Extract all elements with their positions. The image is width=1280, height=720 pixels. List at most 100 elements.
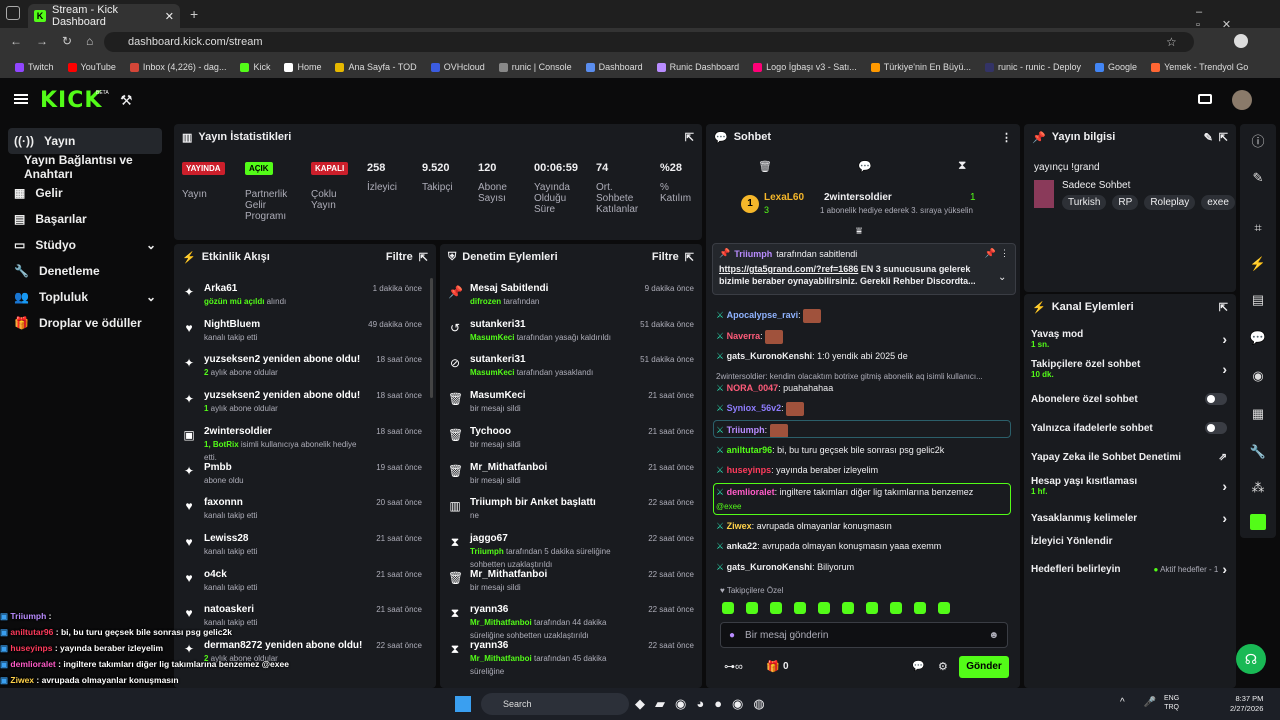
mic-icon[interactable]: ● (729, 630, 735, 641)
chat-input[interactable]: ● Bir mesaj gönderin ☻ (720, 622, 1008, 648)
timer-icon[interactable]: ⧗ (958, 158, 966, 173)
windows-start-icon[interactable] (455, 696, 471, 712)
list-item[interactable]: ⊘ sutankeri31 MasumKeci tarafından yasakla… (440, 347, 702, 383)
list-item[interactable]: ⧗ ryann36 Mr_Mithatfanboi tarafından 44 da… (440, 597, 702, 640)
bookmark-item[interactable]: Yemek - Trendyol Go (1144, 62, 1255, 72)
pinned-by[interactable]: Triiumph (734, 249, 772, 259)
chat-message[interactable]: ⚔ aniltutar96: bi, bu turu geçsek bile s… (716, 442, 944, 458)
subs-chat-row[interactable]: Abonelere özel sohbet (1031, 393, 1227, 405)
chat-message[interactable]: ⚔ NORA_0047: puahahahaa (716, 380, 833, 396)
avatar[interactable] (1232, 90, 1252, 110)
gifter-1-name[interactable]: LexaL60 (764, 192, 804, 203)
chat-message[interactable]: ⚔ Ziwex: avrupada olmayanlar konuşmasın (716, 518, 892, 534)
list-item[interactable]: ✦ Arka61 gözün mü açıldı alındı 1 dakika ön… (174, 276, 430, 312)
edit-icon[interactable]: ✎ (1204, 131, 1213, 144)
chat-username[interactable]: Naverra (727, 331, 761, 341)
item-highlight[interactable]: Triiumph (470, 547, 504, 556)
chat-message[interactable]: ⚔ anka22: avrupada olmayan konuşmasın ya… (716, 538, 941, 554)
moderation-filter-button[interactable]: Filtre (652, 251, 679, 263)
chat-username[interactable]: NORA_0047 (727, 383, 779, 393)
list-item[interactable]: 🗑 Tychooo bir mesajı sildi 21 saat önce (440, 419, 702, 455)
chat-message[interactable]: ⚔ Syniox_56v2: (716, 400, 805, 416)
list-item[interactable]: ♥ faxonnn kanalı takip etti 20 saat önce (174, 490, 430, 526)
item-highlight[interactable]: difrozen (470, 297, 501, 306)
profile-icon[interactable] (1234, 34, 1248, 48)
trash-icon[interactable]: 🗑 (758, 160, 772, 173)
tray-icons[interactable]: ^ 🎤 (1120, 697, 1164, 708)
item-highlight[interactable]: MasumKeci (470, 368, 514, 377)
bookmark-item[interactable]: Logo İgbaşı v3 - Satı... (746, 62, 864, 72)
sidebar-item-drops[interactable]: 🎁 Droplar ve ödüller (0, 310, 170, 336)
list-item[interactable]: 📌 Mesaj Sabitlendi difrozen tarafından 9 da… (440, 276, 702, 312)
gifter-2-name[interactable]: 2wintersoldier (824, 192, 892, 203)
chat-message[interactable]: ⚔ gats_KuronoKenshi: Biliyorum (716, 559, 854, 575)
chat-message[interactable]: ⚔ Apocalypse_ravi: (716, 307, 822, 323)
chat-username[interactable]: aniltutar96 (727, 445, 773, 455)
item-highlight[interactable]: Mr_Mithatfanboi (470, 618, 532, 627)
popout-icon[interactable]: ⇱ (1219, 301, 1228, 314)
ai-mod-row[interactable]: Yapay Zeka ile Sohbet Denetimi ⇗ (1031, 452, 1227, 463)
subs-chat-toggle[interactable] (1205, 393, 1227, 405)
chat-username[interactable]: Syniox_56v2 (727, 403, 782, 413)
slow-mode-row[interactable]: Yavaş mod 1 sn. › (1031, 329, 1227, 349)
more-icon[interactable]: ⋮ (1001, 131, 1012, 144)
chat-bubble-icon[interactable]: 💬 (858, 160, 872, 173)
bookmark-item[interactable]: Home (277, 62, 328, 72)
app-icon[interactable] (1240, 508, 1276, 536)
broadcast-icon[interactable]: ◉ (1240, 362, 1276, 390)
bookmark-item[interactable]: Google (1088, 62, 1144, 72)
gear-icon[interactable]: ⚙ (938, 660, 948, 673)
bookmark-item[interactable]: Dashboard (579, 62, 650, 72)
bookmark-item[interactable]: Twitch (8, 62, 61, 72)
tab-list-icon[interactable] (6, 6, 20, 20)
sidebar-item-community[interactable]: 👥 Topluluk ⌄ (0, 284, 170, 310)
stream-tag[interactable]: Roleplay (1144, 195, 1196, 210)
popout-icon[interactable]: ⇱ (419, 251, 428, 264)
chat-username[interactable]: huseyinps (727, 465, 772, 475)
emote-bar[interactable] (716, 602, 956, 617)
chat-username[interactable]: Apocalypse_ravi (727, 310, 799, 320)
bookmark-item[interactable]: OVHcloud (424, 62, 492, 72)
menu-icon[interactable] (14, 94, 28, 104)
list-item[interactable]: ♥ o4ck kanalı takip etti 21 saat önce (174, 562, 430, 598)
capture-icon[interactable]: ⌗ (1240, 214, 1276, 242)
more-icon[interactable]: ⋮ (1000, 248, 1009, 259)
browser-tab[interactable]: K Stream - Kick Dashboard ✕ (28, 4, 180, 28)
chat-bubble-icon[interactable]: 💬 (912, 661, 924, 672)
scrollbar[interactable] (430, 278, 433, 398)
sidebar-item-moderation[interactable]: 🔧 Denetleme (0, 258, 170, 284)
redirect-row[interactable]: İzleyici Yönlendir (1031, 536, 1227, 547)
popout-icon[interactable]: ⇱ (685, 131, 694, 144)
tools-icon[interactable]: ⚒ (120, 92, 133, 109)
sidebar-item-stream-key[interactable]: Yayın Bağlantısı ve Anahtarı (0, 153, 170, 181)
list-item[interactable]: ▣ 2wintersoldier 1, BotRix isimli kullanıc… (174, 419, 430, 462)
category-name[interactable]: Sadece Sohbet (1062, 180, 1130, 191)
goals-row[interactable]: Hedefleri belirleyin ● Aktif hedefler - 1… (1031, 561, 1227, 577)
chat-username[interactable]: Ziwex (727, 521, 752, 531)
edit-icon[interactable]: ✎ (1240, 164, 1276, 192)
list-item[interactable]: ⧗ jaggo67 Triiumph tarafından 5 dakika sür… (440, 526, 702, 569)
channel-points[interactable]: ⊶∞ (724, 660, 743, 673)
item-highlight[interactable]: MasumKeci (470, 333, 514, 342)
studio-icon[interactable] (1198, 94, 1212, 104)
list-item[interactable]: ⧗ ryann36 Mr_Mithatfanboi tarafından 45 da… (440, 633, 702, 676)
popout-icon[interactable]: ⇱ (685, 251, 694, 264)
people-icon[interactable]: ⁂ (1240, 474, 1276, 502)
list-item[interactable]: ▥ Triiumph bir Anket başlattı ne 22 saat ön… (440, 490, 702, 526)
chat-message[interactable]: ⚔ gats_KuronoKenshi: 1:0 yendik abi 2025… (716, 348, 908, 364)
account-age-row[interactable]: Hesap yaşı kısıtlaması 1 hf. › (1031, 476, 1227, 496)
sidebar-item-stream[interactable]: ((·)) Yayın (8, 128, 162, 154)
list-item[interactable]: 🗑 Mr_Mithatfanboi bir mesajı sildi 22 saat … (440, 562, 702, 598)
emote-chat-toggle[interactable] (1205, 422, 1227, 434)
list-item[interactable]: 🗑 MasumKeci bir mesajı sildi 21 saat önce (440, 383, 702, 419)
gift-icon[interactable]: 🎁 (766, 660, 780, 673)
stream-tag[interactable]: exee (1201, 195, 1235, 210)
expand-icon[interactable]: ⩸ (856, 226, 862, 237)
popout-icon[interactable]: ⇱ (1219, 131, 1228, 144)
list-item[interactable]: ✦ Pmbb abone oldu 19 saat önce (174, 455, 430, 491)
wrench-icon[interactable]: 🔧 (1240, 438, 1276, 466)
chat-message[interactable]: ⚔ Naverra: (716, 328, 784, 344)
item-highlight[interactable]: gözün mü açıldı (204, 297, 264, 306)
bookmark-item[interactable]: Runic Dashboard (650, 62, 747, 72)
language-indicator[interactable]: ENG TRQ (1164, 694, 1179, 712)
